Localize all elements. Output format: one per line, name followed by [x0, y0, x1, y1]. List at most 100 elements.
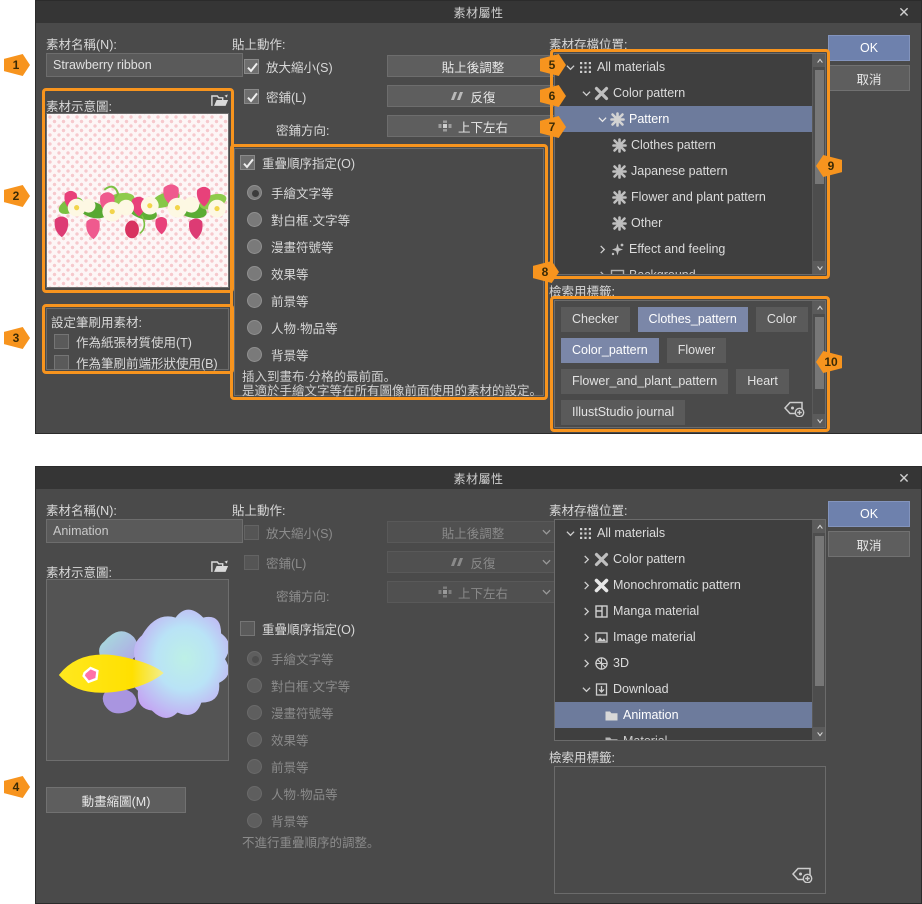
tiling-mode-dropdown[interactable]: 反復	[387, 85, 559, 107]
chevron-right-icon[interactable]	[595, 242, 609, 256]
tree-node-selected[interactable]: Pattern	[555, 106, 812, 132]
tree-node[interactable]: Japanese pattern	[555, 158, 812, 184]
all-materials-icon	[577, 59, 594, 75]
tree-node-label: All materials	[597, 526, 666, 540]
chevron-right-icon[interactable]	[579, 552, 593, 566]
strawberry-artwork	[54, 184, 227, 240]
use-as-paper-texture-checkbox[interactable]: 作為紙張材質使用(T)	[54, 332, 192, 351]
tile-direction-dropdown[interactable]: 上下左右	[387, 115, 559, 137]
ok-button[interactable]: OK	[828, 35, 910, 61]
search-tags-box-lower[interactable]	[554, 766, 826, 894]
scroll-up-icon[interactable]	[813, 520, 825, 533]
titlebar-lower: 素材屬性 ✕	[36, 467, 921, 489]
pattern-icon	[609, 111, 626, 127]
material-location-tree-upper[interactable]: All materials Color pattern Pattern Clot…	[554, 53, 826, 275]
open-folder-icon[interactable]	[211, 559, 229, 574]
ok-button[interactable]: OK	[828, 501, 910, 527]
order-radio-background: 背景等	[247, 811, 309, 830]
overlay-order-checkbox[interactable]: 重疊順序指定(O)	[240, 619, 355, 638]
scale-checkbox[interactable]: 放大縮小(S)	[244, 57, 333, 76]
tag-item[interactable]: Clothes_pattern	[637, 307, 748, 332]
scroll-down-icon[interactable]	[813, 261, 825, 274]
chevron-right-icon[interactable]	[579, 604, 593, 618]
cancel-button[interactable]: 取消	[828, 65, 910, 91]
tree-node[interactable]: Background	[555, 262, 812, 274]
tree-node[interactable]: Effect and feeling	[555, 236, 812, 262]
close-icon[interactable]: ✕	[893, 1, 915, 23]
tag-item[interactable]: Color	[755, 307, 808, 332]
tree-node[interactable]: 3D	[555, 650, 812, 676]
chevron-right-icon[interactable]	[579, 578, 593, 592]
order-radio-manga-symbols[interactable]: 漫畫符號等	[247, 237, 334, 256]
material-properties-dialog-upper: 素材屬性 ✕ 素材名稱(N): Strawberry ribbon 素材示意圖:	[35, 0, 922, 434]
tiling-checkbox: 密鋪(L)	[244, 553, 306, 572]
order-radio-foreground: 前景等	[247, 757, 309, 776]
scroll-up-icon[interactable]	[813, 301, 825, 314]
tree-node[interactable]: All materials	[555, 520, 812, 546]
add-tag-icon[interactable]	[791, 865, 815, 884]
scroll-down-icon[interactable]	[813, 414, 825, 427]
radio-dot	[247, 813, 262, 828]
chevron-right-icon[interactable]	[595, 268, 609, 274]
scrollbar-thumb[interactable]	[815, 536, 824, 686]
overlay-order-checkbox[interactable]: 重疊順序指定(O)	[240, 153, 355, 172]
repeat-icon	[450, 90, 464, 102]
tree-node-selected[interactable]: Animation	[555, 702, 812, 728]
search-tags-box-upper[interactable]: Checker Clothes_pattern Color Color_patt…	[554, 300, 826, 428]
tree-node[interactable]: Color pattern	[555, 546, 812, 572]
tree-node[interactable]: Flower and plant pattern	[555, 184, 812, 210]
dropdown-value: 反復	[470, 556, 496, 571]
tree-node[interactable]: Clothes pattern	[555, 132, 812, 158]
tag-item[interactable]: IllustStudio journal	[561, 400, 686, 425]
open-folder-icon[interactable]	[211, 93, 229, 108]
chevron-down-icon[interactable]	[595, 112, 609, 126]
radio-dot	[247, 293, 262, 308]
use-as-brush-tip-checkbox[interactable]: 作為筆刷前端形狀使用(B)	[54, 353, 218, 372]
cancel-button[interactable]: 取消	[828, 531, 910, 557]
chevron-down-icon[interactable]	[563, 526, 577, 540]
dialog-title: 素材屬性	[453, 5, 504, 20]
tree-node[interactable]: Manga material	[555, 598, 812, 624]
chevron-down-icon[interactable]	[579, 86, 593, 100]
order-radio-effects[interactable]: 效果等	[247, 264, 309, 283]
chevron-down-icon[interactable]	[579, 682, 593, 696]
search-tags-label: 檢索用標籤:	[549, 751, 615, 765]
tile-direction-dropdown: 上下左右	[387, 581, 559, 603]
tag-item[interactable]: Flower	[666, 338, 727, 363]
chevron-right-icon[interactable]	[579, 630, 593, 644]
scroll-down-icon[interactable]	[813, 727, 825, 740]
material-thumbnail-animation	[46, 579, 229, 761]
tree-node-label: Japanese pattern	[631, 164, 728, 178]
tree-scrollbar-lower[interactable]	[812, 520, 825, 740]
order-radio-balloon-text[interactable]: 對白框·文字等	[247, 210, 350, 229]
tree-node[interactable]: All materials	[555, 54, 812, 80]
material-location-tree-lower[interactable]: All materials Color pattern Monochromati…	[554, 519, 826, 741]
tag-item[interactable]: Checker	[561, 307, 630, 332]
order-radio-handwritten[interactable]: 手繪文字等	[247, 183, 334, 202]
tree-node[interactable]: Monochromatic pattern	[555, 572, 812, 598]
tree-node[interactable]: Download	[555, 676, 812, 702]
material-name-input[interactable]: Strawberry ribbon	[46, 53, 243, 77]
animation-thumbnail-button[interactable]: 動畫縮圖(M)	[46, 787, 186, 813]
tree-node[interactable]: Image material	[555, 624, 812, 650]
paste-adjust-dropdown[interactable]: 貼上後調整	[387, 55, 559, 77]
order-radio-background[interactable]: 背景等	[247, 345, 309, 364]
paste-action-label: 貼上動作:	[232, 38, 286, 52]
checkbox-box	[54, 355, 69, 370]
chevron-down-icon[interactable]	[563, 60, 577, 74]
material-name-input[interactable]: Animation	[46, 519, 243, 543]
scroll-up-icon[interactable]	[813, 54, 825, 67]
order-help-line1: 不進行重疊順序的調整。	[242, 836, 380, 850]
tree-node[interactable]: Color pattern	[555, 80, 812, 106]
order-radio-foreground[interactable]: 前景等	[247, 291, 309, 310]
close-icon[interactable]: ✕	[893, 467, 915, 489]
tree-node[interactable]: Material	[555, 728, 812, 740]
tag-item[interactable]: Color_pattern	[561, 338, 659, 363]
tag-item[interactable]: Heart	[736, 369, 789, 394]
tag-item[interactable]: Flower_and_plant_pattern	[561, 369, 729, 394]
tiling-checkbox[interactable]: 密鋪(L)	[244, 87, 306, 106]
chevron-right-icon[interactable]	[579, 656, 593, 670]
order-radio-characters-objects[interactable]: 人物·物品等	[247, 318, 338, 337]
tree-node[interactable]: Other	[555, 210, 812, 236]
add-tag-icon[interactable]	[783, 399, 807, 418]
